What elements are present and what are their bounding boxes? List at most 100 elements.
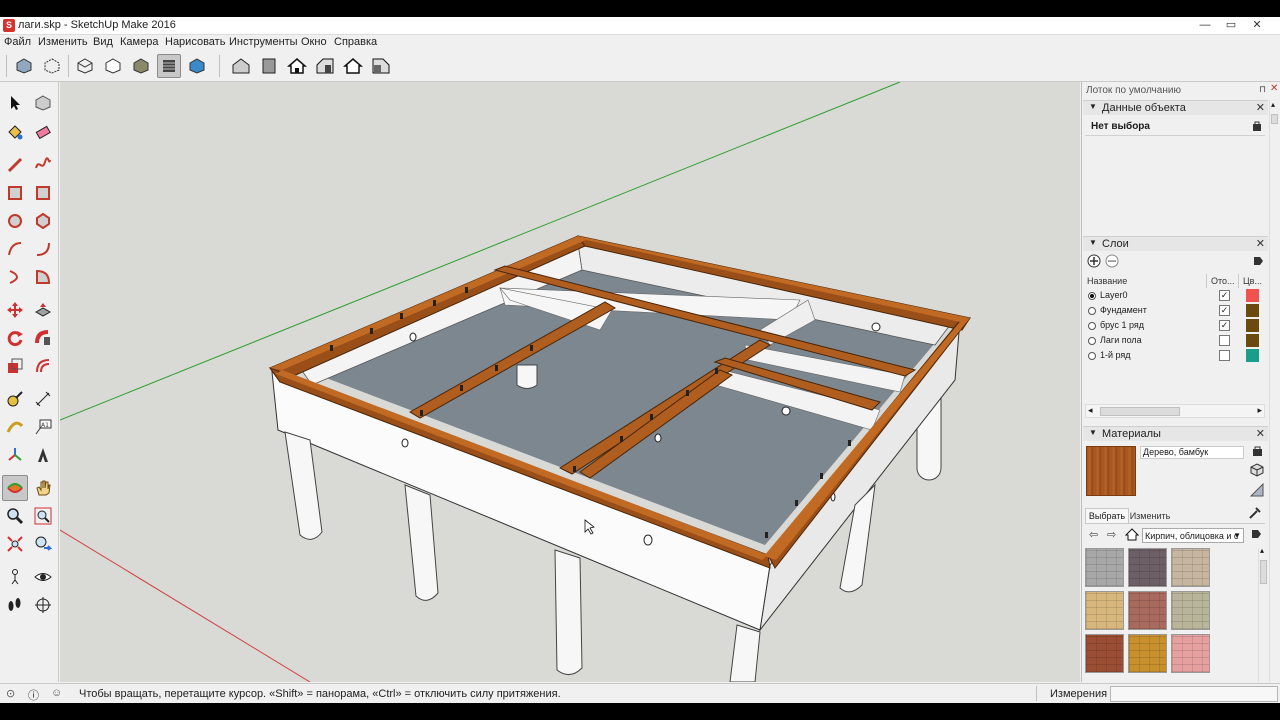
material-swatch[interactable] [1085, 548, 1124, 587]
credits-info-icon[interactable]: ⓘ [28, 687, 39, 703]
dimension-icon[interactable] [30, 386, 56, 412]
text-tool-icon[interactable]: A1 [30, 414, 56, 440]
pie-icon[interactable] [30, 264, 56, 290]
material-collection-select[interactable]: Кирпич, облицовка и с ▼ [1142, 528, 1244, 543]
menu-view[interactable]: Вид [93, 36, 113, 48]
tray-vscrollbar[interactable]: ▴ [1269, 100, 1279, 682]
position-camera-icon[interactable] [2, 564, 28, 590]
walk-footprints-icon[interactable] [2, 592, 28, 618]
two-point-arc-icon[interactable] [30, 236, 56, 262]
material-swatch[interactable] [1128, 591, 1167, 630]
freehand-icon[interactable] [30, 152, 56, 178]
materials-select-tab[interactable]: Выбрать [1085, 508, 1129, 523]
select-arrow-icon[interactable] [2, 90, 28, 116]
layers-hscrollbar[interactable]: ◂ ▸ [1085, 404, 1265, 418]
layer-color-swatch[interactable] [1246, 289, 1259, 302]
geo-location-icon[interactable]: ⊙ [6, 687, 15, 700]
material-swatch[interactable] [1171, 634, 1210, 673]
home-icon[interactable] [1124, 528, 1140, 541]
menu-draw[interactable]: Нарисовать [165, 36, 225, 48]
back-edges-style-icon[interactable] [40, 54, 64, 78]
make-component-icon[interactable] [30, 90, 56, 116]
layer-name[interactable]: Лаги пола [1100, 335, 1142, 345]
wireframe-style-icon[interactable] [73, 54, 97, 78]
three-point-arc-icon[interactable] [2, 264, 28, 290]
forward-arrow-icon[interactable]: ⇨ [1107, 528, 1116, 541]
layer-color-swatch[interactable] [1246, 304, 1259, 317]
material-swatch[interactable] [1128, 548, 1167, 587]
scale-icon[interactable] [2, 353, 28, 379]
axes-icon[interactable] [2, 442, 28, 468]
push-pull-icon[interactable] [30, 297, 56, 323]
hidden-line-style-icon[interactable] [101, 54, 125, 78]
material-swatch[interactable] [1171, 591, 1210, 630]
eyedropper-icon[interactable] [1248, 506, 1262, 520]
layer-visible-checkbox[interactable]: ✓ [1219, 320, 1230, 331]
iso-view-icon[interactable] [229, 54, 253, 78]
material-swatch[interactable] [1128, 634, 1167, 673]
layer-row[interactable]: Layer0 ✓ [1085, 289, 1265, 304]
arc-icon[interactable] [2, 236, 28, 262]
move-icon[interactable] [2, 297, 28, 323]
shaded-style-icon[interactable] [129, 54, 153, 78]
active-layer-radio[interactable] [1088, 292, 1096, 300]
layer-row[interactable]: брус 1 ряд ✓ [1085, 319, 1265, 334]
material-swatch[interactable] [1085, 634, 1124, 673]
layer-color-swatch[interactable] [1246, 349, 1259, 362]
restore-button[interactable]: ▭ [1218, 18, 1244, 33]
entity-details-toggle-icon[interactable] [1252, 120, 1262, 132]
layer-color-swatch[interactable] [1246, 319, 1259, 332]
menu-camera[interactable]: Камера [120, 36, 158, 48]
xray-style-icon[interactable] [12, 54, 36, 78]
layer-row[interactable]: Фундамент ✓ [1085, 304, 1265, 319]
materials-details-arrow-icon[interactable] [1250, 528, 1262, 540]
delete-layer-icon[interactable] [1105, 254, 1119, 268]
previous-view-icon[interactable] [30, 531, 56, 557]
layer-visible-checkbox[interactable]: ✓ [1219, 290, 1230, 301]
modeling-viewport[interactable] [60, 82, 1080, 682]
tray-pin-icon[interactable]: ⊓ [1259, 84, 1266, 95]
layer-visible-checkbox[interactable]: ✓ [1219, 305, 1230, 316]
material-name-field[interactable]: Дерево, бамбук [1140, 446, 1244, 459]
paint-bucket-icon[interactable] [2, 119, 28, 145]
polygon-icon[interactable] [30, 208, 56, 234]
close-panel-icon[interactable]: ✕ [1256, 101, 1265, 114]
materials-header[interactable]: ▼ Материалы ✕ [1083, 426, 1268, 441]
material-swatch[interactable] [1171, 548, 1210, 587]
materials-edit-tab[interactable]: Изменить [1129, 510, 1171, 523]
active-layer-radio[interactable] [1088, 337, 1096, 345]
scroll-thumb[interactable] [1260, 560, 1267, 584]
scroll-up-icon[interactable]: ▴ [1271, 100, 1275, 109]
scroll-up-icon[interactable]: ▴ [1260, 546, 1264, 555]
zoom-window-icon[interactable] [30, 503, 56, 529]
layers-details-arrow-icon[interactable] [1252, 255, 1264, 267]
section-plane-icon[interactable] [30, 592, 56, 618]
circle-icon[interactable] [2, 208, 28, 234]
layer-color-swatch[interactable] [1246, 334, 1259, 347]
scroll-left-icon[interactable]: ◂ [1088, 405, 1093, 416]
layer-color-column[interactable]: Цв... [1241, 274, 1265, 288]
offset-icon[interactable] [30, 353, 56, 379]
active-layer-radio[interactable] [1088, 322, 1096, 330]
layer-row[interactable]: 1-й ряд [1085, 349, 1265, 364]
menu-edit[interactable]: Изменить [38, 36, 88, 48]
tape-measure-icon[interactable] [2, 386, 28, 412]
sample-paint-icon[interactable] [1249, 482, 1264, 497]
add-layer-icon[interactable] [1087, 254, 1101, 268]
user-account-icon[interactable]: ☺ [51, 687, 62, 699]
top-view-icon[interactable] [257, 54, 281, 78]
3d-text-icon[interactable] [30, 442, 56, 468]
layers-header[interactable]: ▼ Слои ✕ [1083, 236, 1268, 251]
material-swatch[interactable] [1085, 591, 1124, 630]
material-display-icon[interactable] [1252, 445, 1263, 457]
scroll-thumb[interactable] [1100, 407, 1180, 416]
follow-me-icon[interactable] [30, 325, 56, 351]
zoom-icon[interactable] [2, 503, 28, 529]
layer-visible-checkbox[interactable] [1219, 335, 1230, 346]
monochrome-style-icon[interactable] [185, 54, 209, 78]
materials-vscrollbar[interactable]: ▴ [1258, 546, 1268, 682]
shaded-textures-style-icon[interactable] [157, 54, 181, 78]
protractor-icon[interactable] [2, 414, 28, 440]
back-view-icon[interactable] [341, 54, 365, 78]
create-material-icon[interactable] [1250, 463, 1264, 477]
